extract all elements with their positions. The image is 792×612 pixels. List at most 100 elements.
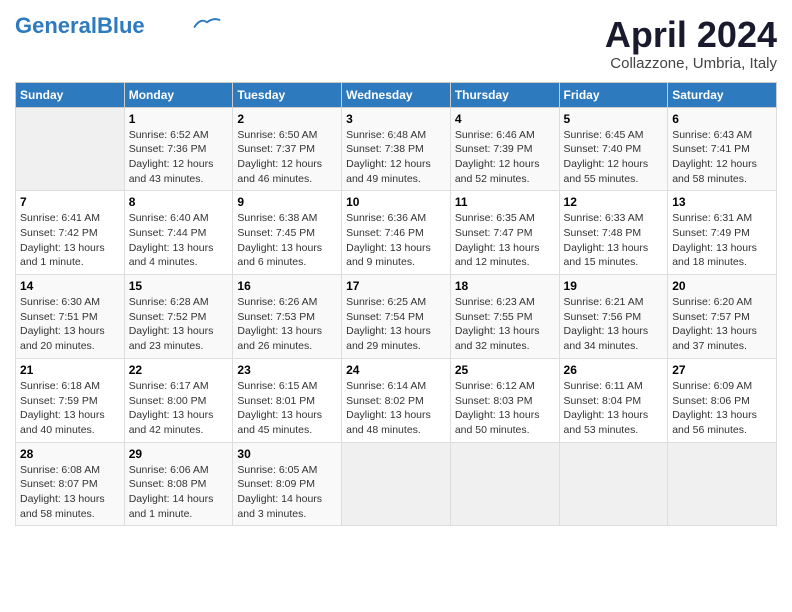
day-info: Sunrise: 6:18 AMSunset: 7:59 PMDaylight:… xyxy=(20,379,120,438)
day-number: 7 xyxy=(20,195,120,209)
day-number: 17 xyxy=(346,279,446,293)
day-info: Sunrise: 6:33 AMSunset: 7:48 PMDaylight:… xyxy=(564,211,664,270)
calendar-cell: 19 Sunrise: 6:21 AMSunset: 7:56 PMDayligh… xyxy=(559,275,668,359)
logo: GeneralBlue xyxy=(15,15,221,37)
day-number: 20 xyxy=(672,279,772,293)
calendar-cell: 25 Sunrise: 6:12 AMSunset: 8:03 PMDayligh… xyxy=(450,358,559,442)
calendar-cell: 29Sunrise: 6:06 AMSunset: 8:08 PMDayligh… xyxy=(124,442,233,526)
calendar-cell xyxy=(668,442,777,526)
calendar-week-3: 14Sunrise: 6:30 AMSunset: 7:51 PMDayligh… xyxy=(16,275,777,359)
day-number: 11 xyxy=(455,195,555,209)
day-number: 12 xyxy=(564,195,664,209)
calendar-cell: 26 Sunrise: 6:11 AMSunset: 8:04 PMDayligh… xyxy=(559,358,668,442)
day-number: 15 xyxy=(129,279,229,293)
calendar-cell xyxy=(559,442,668,526)
day-number: 16 xyxy=(237,279,337,293)
calendar-cell: 22 Sunrise: 6:17 AMSunset: 8:00 PMDayligh… xyxy=(124,358,233,442)
day-number: 5 xyxy=(564,112,664,126)
day-info: Sunrise: 6:35 AMSunset: 7:47 PMDaylight:… xyxy=(455,211,555,270)
calendar-cell: 23 Sunrise: 6:15 AMSunset: 8:01 PMDayligh… xyxy=(233,358,342,442)
day-info: Sunrise: 6:28 AMSunset: 7:52 PMDaylight:… xyxy=(129,295,229,354)
weekday-header-monday: Monday xyxy=(124,82,233,107)
day-number: 6 xyxy=(672,112,772,126)
calendar-cell: 12 Sunrise: 6:33 AMSunset: 7:48 PMDayligh… xyxy=(559,191,668,275)
day-number: 3 xyxy=(346,112,446,126)
calendar-cell: 11 Sunrise: 6:35 AMSunset: 7:47 PMDayligh… xyxy=(450,191,559,275)
calendar-cell: 1Sunrise: 6:52 AMSunset: 7:36 PMDaylight… xyxy=(124,107,233,191)
day-number: 26 xyxy=(564,363,664,377)
day-number: 24 xyxy=(346,363,446,377)
calendar-cell: 14Sunrise: 6:30 AMSunset: 7:51 PMDayligh… xyxy=(16,275,125,359)
day-number: 18 xyxy=(455,279,555,293)
calendar-cell: 9 Sunrise: 6:38 AMSunset: 7:45 PMDaylight… xyxy=(233,191,342,275)
calendar-cell: 21 Sunrise: 6:18 AMSunset: 7:59 PMDayligh… xyxy=(16,358,125,442)
calendar-cell: 2 Sunrise: 6:50 AMSunset: 7:37 PMDaylight… xyxy=(233,107,342,191)
day-info: Sunrise: 6:12 AMSunset: 8:03 PMDaylight:… xyxy=(455,379,555,438)
calendar-week-1: 1Sunrise: 6:52 AMSunset: 7:36 PMDaylight… xyxy=(16,107,777,191)
calendar-cell xyxy=(342,442,451,526)
day-info: Sunrise: 6:26 AMSunset: 7:53 PMDaylight:… xyxy=(237,295,337,354)
day-info: Sunrise: 6:30 AMSunset: 7:51 PMDaylight:… xyxy=(20,295,120,354)
calendar-cell: 10 Sunrise: 6:36 AMSunset: 7:46 PMDayligh… xyxy=(342,191,451,275)
day-info: Sunrise: 6:15 AMSunset: 8:01 PMDaylight:… xyxy=(237,379,337,438)
calendar-cell: 28 Sunrise: 6:08 AMSunset: 8:07 PMDayligh… xyxy=(16,442,125,526)
day-number: 10 xyxy=(346,195,446,209)
calendar-cell: 8Sunrise: 6:40 AMSunset: 7:44 PMDaylight… xyxy=(124,191,233,275)
day-info: Sunrise: 6:48 AMSunset: 7:38 PMDaylight:… xyxy=(346,128,446,187)
day-info: Sunrise: 6:17 AMSunset: 8:00 PMDaylight:… xyxy=(129,379,229,438)
day-number: 28 xyxy=(20,447,120,461)
calendar-week-5: 28 Sunrise: 6:08 AMSunset: 8:07 PMDayligh… xyxy=(16,442,777,526)
calendar-cell: 30 Sunrise: 6:05 AMSunset: 8:09 PMDayligh… xyxy=(233,442,342,526)
day-number: 9 xyxy=(237,195,337,209)
calendar-cell: 7 Sunrise: 6:41 AMSunset: 7:42 PMDaylight… xyxy=(16,191,125,275)
day-info: Sunrise: 6:11 AMSunset: 8:04 PMDaylight:… xyxy=(564,379,664,438)
day-number: 19 xyxy=(564,279,664,293)
day-info: Sunrise: 6:14 AMSunset: 8:02 PMDaylight:… xyxy=(346,379,446,438)
day-number: 23 xyxy=(237,363,337,377)
day-number: 30 xyxy=(237,447,337,461)
weekday-header-tuesday: Tuesday xyxy=(233,82,342,107)
weekday-header-row: SundayMondayTuesdayWednesdayThursdayFrid… xyxy=(16,82,777,107)
calendar-cell: 3 Sunrise: 6:48 AMSunset: 7:38 PMDaylight… xyxy=(342,107,451,191)
day-info: Sunrise: 6:23 AMSunset: 7:55 PMDaylight:… xyxy=(455,295,555,354)
title-block: April 2024 Collazzone, Umbria, Italy xyxy=(605,15,777,72)
day-number: 27 xyxy=(672,363,772,377)
day-info: Sunrise: 6:06 AMSunset: 8:08 PMDaylight:… xyxy=(129,463,229,522)
day-info: Sunrise: 6:31 AMSunset: 7:49 PMDaylight:… xyxy=(672,211,772,270)
calendar-cell: 24 Sunrise: 6:14 AMSunset: 8:02 PMDayligh… xyxy=(342,358,451,442)
day-info: Sunrise: 6:08 AMSunset: 8:07 PMDaylight:… xyxy=(20,463,120,522)
day-number: 1 xyxy=(129,112,229,126)
day-info: Sunrise: 6:21 AMSunset: 7:56 PMDaylight:… xyxy=(564,295,664,354)
day-info: Sunrise: 6:05 AMSunset: 8:09 PMDaylight:… xyxy=(237,463,337,522)
day-number: 22 xyxy=(129,363,229,377)
location: Collazzone, Umbria, Italy xyxy=(605,55,777,72)
day-info: Sunrise: 6:09 AMSunset: 8:06 PMDaylight:… xyxy=(672,379,772,438)
logo-bird-icon xyxy=(193,16,221,30)
day-info: Sunrise: 6:41 AMSunset: 7:42 PMDaylight:… xyxy=(20,211,120,270)
logo-text: GeneralBlue xyxy=(15,15,145,37)
day-info: Sunrise: 6:46 AMSunset: 7:39 PMDaylight:… xyxy=(455,128,555,187)
calendar-cell: 17 Sunrise: 6:25 AMSunset: 7:54 PMDayligh… xyxy=(342,275,451,359)
day-info: Sunrise: 6:36 AMSunset: 7:46 PMDaylight:… xyxy=(346,211,446,270)
day-info: Sunrise: 6:43 AMSunset: 7:41 PMDaylight:… xyxy=(672,128,772,187)
day-number: 25 xyxy=(455,363,555,377)
day-number: 4 xyxy=(455,112,555,126)
day-number: 2 xyxy=(237,112,337,126)
day-info: Sunrise: 6:25 AMSunset: 7:54 PMDaylight:… xyxy=(346,295,446,354)
weekday-header-saturday: Saturday xyxy=(668,82,777,107)
day-info: Sunrise: 6:38 AMSunset: 7:45 PMDaylight:… xyxy=(237,211,337,270)
day-number: 8 xyxy=(129,195,229,209)
calendar-cell: 4 Sunrise: 6:46 AMSunset: 7:39 PMDaylight… xyxy=(450,107,559,191)
day-number: 21 xyxy=(20,363,120,377)
calendar-cell xyxy=(16,107,125,191)
day-info: Sunrise: 6:20 AMSunset: 7:57 PMDaylight:… xyxy=(672,295,772,354)
calendar-cell: 5Sunrise: 6:45 AMSunset: 7:40 PMDaylight… xyxy=(559,107,668,191)
calendar-cell: 15 Sunrise: 6:28 AMSunset: 7:52 PMDayligh… xyxy=(124,275,233,359)
calendar-cell: 16 Sunrise: 6:26 AMSunset: 7:53 PMDayligh… xyxy=(233,275,342,359)
calendar-cell: 13Sunrise: 6:31 AMSunset: 7:49 PMDayligh… xyxy=(668,191,777,275)
day-info: Sunrise: 6:50 AMSunset: 7:37 PMDaylight:… xyxy=(237,128,337,187)
weekday-header-thursday: Thursday xyxy=(450,82,559,107)
weekday-header-sunday: Sunday xyxy=(16,82,125,107)
weekday-header-wednesday: Wednesday xyxy=(342,82,451,107)
calendar-cell: 6 Sunrise: 6:43 AMSunset: 7:41 PMDaylight… xyxy=(668,107,777,191)
